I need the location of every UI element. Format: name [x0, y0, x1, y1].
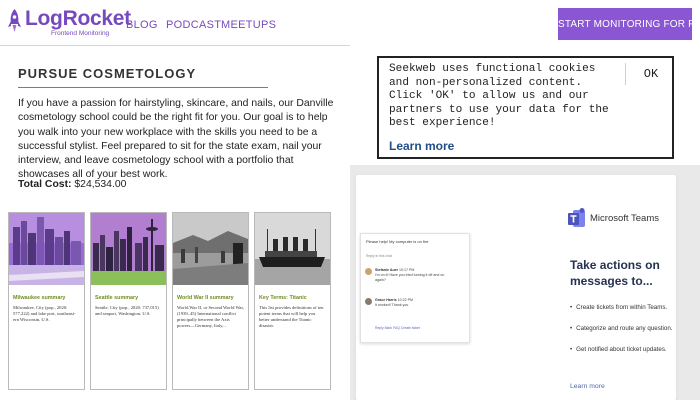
card-description: Seattle, City (pop., 2020: 737,015) and …	[95, 305, 159, 316]
site-header: LogRocket Frontend Monitoring BLOG PODCA…	[0, 0, 352, 46]
titanic-ship-image	[255, 213, 330, 285]
ad-bullet: Categorize and route any question.	[570, 325, 695, 333]
card-description: This list provides definitions of ten po…	[259, 305, 324, 328]
title-underline	[18, 87, 268, 88]
article-body: If you have a passion for hairstyling, s…	[18, 98, 334, 181]
message-time: 10:22 PM	[397, 298, 413, 302]
logo-subtitle: Frontend Monitoring	[51, 30, 110, 37]
total-cost-value: $24,534.00	[74, 179, 127, 190]
world-war-ii-image	[173, 213, 248, 285]
cookie-ok-button[interactable]: OK	[631, 65, 671, 83]
card-title: Milwaukee summary	[13, 295, 66, 301]
header-divider	[0, 45, 350, 46]
card-title: Key Terms: Titanic	[259, 295, 307, 301]
message-author: Stefanie Auer	[375, 268, 399, 272]
microsoft-teams-icon	[568, 208, 585, 227]
cookie-message: Seekweb uses functional cookies and non-…	[389, 63, 609, 129]
card-world-war-ii[interactable]: World War II summary World War II, or Se…	[172, 212, 249, 390]
chat-screenshot: Please help! My computer is on fire Repl…	[360, 233, 470, 343]
ad-bullet-list: Create tickets from within Teams. Catego…	[570, 304, 695, 367]
nav-podcast-link[interactable]: PODCAST	[166, 19, 221, 31]
chat-message: Stefanie Auer 10:17 PM I'm on it! Have y…	[375, 268, 455, 283]
avatar	[365, 298, 372, 305]
cookie-notice: Seekweb uses functional cookies and non-…	[377, 56, 674, 159]
avatar	[365, 268, 372, 275]
article-title: PURSUE COSMETOLOGY	[18, 66, 197, 81]
rocket-logo-icon	[8, 9, 21, 32]
seattle-skyline-image	[91, 213, 166, 285]
ad-headline: Take actions on messages to...	[570, 258, 660, 288]
card-milwaukee[interactable]: Milwaukee summary Milwaukee, City (pop.,…	[8, 212, 85, 390]
start-monitoring-button[interactable]: START MONITORING FOR FREE	[558, 8, 700, 40]
chat-subheader: Reply in this chat	[366, 254, 392, 258]
ok-divider	[625, 63, 626, 85]
chat-message: Grace Harris 10:22 PM It worked! Thank y…	[375, 298, 455, 308]
ad-learn-more-link[interactable]: Learn more	[570, 383, 605, 390]
milwaukee-skyline-image	[9, 213, 84, 285]
total-cost-label: Total Cost:	[18, 179, 72, 190]
message-author: Grace Harris	[375, 298, 397, 302]
ad-bullet: Create tickets from within Teams.	[570, 304, 695, 312]
card-titanic[interactable]: Key Terms: Titanic This list provides de…	[254, 212, 331, 390]
teams-brand-name: Microsoft Teams	[590, 213, 659, 224]
message-text: It worked! Thank you.	[375, 303, 410, 307]
card-seattle[interactable]: Seattle summary Seattle, City (pop., 202…	[90, 212, 167, 390]
nav-blog-link[interactable]: BLOG	[126, 19, 158, 31]
card-title: Seattle summary	[95, 295, 139, 301]
chat-header: Please help! My computer is on fire	[366, 239, 429, 244]
card-description: World War II, or Second World War, (1939…	[177, 305, 244, 328]
cookie-learn-more-link[interactable]: Learn more	[389, 139, 454, 153]
card-title: World War II summary	[177, 295, 234, 301]
logo-wordmark: LogRocket	[25, 7, 131, 30]
chat-actions: Reply Mark FAQ Create ticket	[375, 326, 420, 330]
message-text: I'm on it! Have you tried turning it off…	[375, 273, 445, 282]
card-description: Milwaukee, City (pop., 2020: 577,222) an…	[13, 305, 76, 322]
nav-meetups-link[interactable]: MEETUPS	[221, 19, 276, 31]
message-time: 10:17 PM	[399, 268, 415, 272]
logrocket-logo[interactable]: LogRocket Frontend Monitoring	[7, 7, 131, 39]
total-cost: Total Cost: $24,534.00	[18, 179, 126, 190]
ad-bullet: Get notified about ticket updates.	[570, 346, 695, 354]
